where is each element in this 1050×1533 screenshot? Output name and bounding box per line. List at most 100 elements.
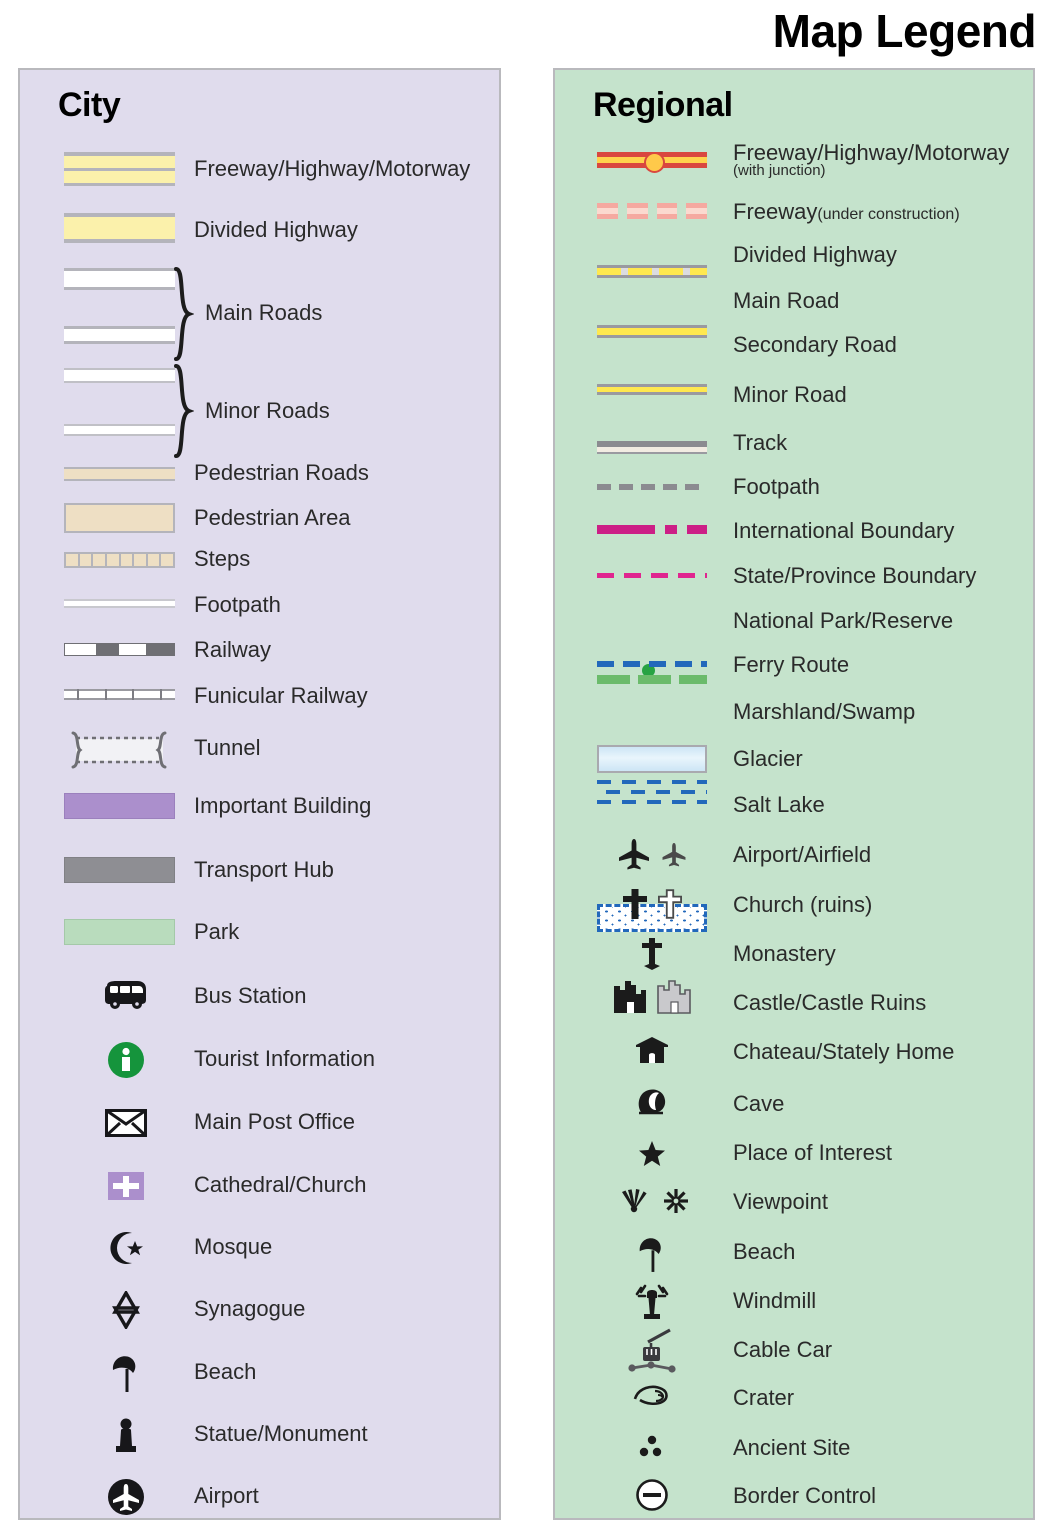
legend-row-city-minor-roads: Minor Roads — [20, 364, 499, 460]
star-of-david-icon — [92, 1291, 160, 1329]
legend-row-city-mosque: Mosque — [20, 1225, 499, 1271]
legend-row-city-main-roads: Main Roads — [20, 267, 499, 363]
legend-label: Mosque — [194, 1234, 273, 1259]
legend-row-city-steps: Steps — [20, 546, 499, 576]
legend-row-city-bus-station: Bus Station — [20, 976, 499, 1020]
legend-row-city-transport-hub: Transport Hub — [20, 852, 499, 888]
legend-label: Minor Road — [733, 382, 847, 407]
beach-umbrella-icon — [597, 1236, 707, 1274]
legend-label: Ancient Site — [733, 1435, 851, 1460]
legend-label: Marshland/Swamp — [733, 699, 916, 724]
legend-label: Crater — [733, 1385, 795, 1410]
legend-label: Divided Highway — [733, 242, 897, 267]
airplane-icon — [597, 838, 707, 870]
legend-label: Castle/Castle Ruins — [733, 990, 927, 1015]
legend-row-city-post-office: Main Post Office — [20, 1102, 499, 1146]
cave-icon — [597, 1086, 707, 1116]
legend-label: Bus Station — [194, 983, 307, 1008]
legend-row-city-statue: Statue/Monument — [20, 1412, 499, 1458]
legend-label: International Boundary — [733, 518, 955, 543]
city-steps-swatch — [64, 552, 175, 568]
legend-label: Footpath — [733, 474, 820, 499]
regional-footpath-swatch — [597, 484, 707, 490]
state-province-boundary-swatch — [597, 573, 707, 578]
city-transport-hub-swatch — [64, 857, 175, 883]
legend-label: Park — [194, 919, 240, 944]
city-minor-road-swatch-1 — [64, 368, 175, 383]
legend-label: Tunnel — [194, 735, 261, 760]
page-title: Map Legend — [772, 5, 1037, 57]
star-icon — [597, 1140, 707, 1168]
legend-label: Monastery — [733, 941, 836, 966]
legend-label: Salt Lake — [733, 792, 825, 817]
legend-label: Funicular Railway — [194, 683, 368, 708]
legend-label: Main Post Office — [194, 1109, 355, 1134]
regional-secondary-road-swatch — [597, 384, 707, 395]
regional-divided-highway-swatch — [597, 265, 707, 278]
international-boundary-swatch — [597, 525, 707, 534]
legend-label: Border Control — [733, 1483, 877, 1508]
statue-icon — [92, 1416, 160, 1456]
legend-row-city-divided-highway: Divided Highway — [20, 211, 499, 249]
monastery-cross-icon — [597, 936, 707, 972]
legend-label: Railway — [194, 637, 272, 662]
regional-main-road-swatch — [597, 325, 707, 338]
city-park-swatch — [64, 919, 175, 945]
legend-label: Viewpoint — [733, 1189, 828, 1214]
legend-label: Freeway/Highway/Motorway (with junction) — [733, 140, 1010, 180]
legend-label: Freeway/Highway/Motorway — [194, 156, 471, 181]
legend-label: Church (ruins) — [733, 892, 873, 917]
legend-label: Beach — [194, 1359, 257, 1384]
legend-row-city-footpath: Footpath — [20, 591, 499, 621]
regional-freeway-under-construction-swatch — [597, 203, 707, 219]
legend-label: Minor Roads — [205, 398, 330, 423]
city-footpath-swatch — [64, 599, 175, 608]
envelope-icon — [92, 1109, 160, 1137]
information-icon — [92, 1040, 160, 1080]
legend-label: Glacier — [733, 746, 803, 771]
church-cross-icon — [92, 1170, 160, 1202]
legend-label: Cable Car — [733, 1337, 833, 1362]
city-funicular-swatch — [64, 689, 175, 700]
legend-label: Chateau/Stately Home — [733, 1039, 955, 1064]
city-main-road-swatch-1 — [64, 268, 175, 290]
legend-label: Pedestrian Roads — [194, 460, 369, 485]
legend-label: Cathedral/Church — [194, 1172, 367, 1197]
legend-label: State/Province Boundary — [733, 563, 977, 588]
legend-label: Place of Interest — [733, 1140, 892, 1165]
ancient-site-icon — [597, 1434, 707, 1460]
legend-label: Secondary Road — [733, 332, 897, 357]
airport-circle-icon — [92, 1477, 160, 1517]
legend-label: Cave — [733, 1091, 785, 1116]
legend-row-city-tunnel: Tunnel — [20, 726, 499, 772]
legend-label: Airport — [194, 1483, 259, 1508]
city-pedestrian-road-swatch — [64, 467, 175, 481]
legend-label: Footpath — [194, 592, 281, 617]
chateau-icon — [597, 1036, 707, 1064]
legend-row-city-pedestrian-area: Pedestrian Area — [20, 498, 499, 536]
city-pedestrian-area-swatch — [64, 503, 175, 533]
legend-label: Pedestrian Area — [194, 505, 351, 530]
legend-label: Freeway(under construction) — [733, 199, 960, 224]
legend-label: Main Road — [733, 288, 840, 313]
church-ruins-icon — [597, 888, 707, 920]
legend-row-city-cathedral: Cathedral/Church — [20, 1164, 499, 1210]
legend-label: Airport/Airfield — [733, 842, 872, 867]
city-legend-panel: City Freeway/Highway/Motorway Divided Hi… — [18, 68, 501, 1520]
legend-label: Divided Highway — [194, 217, 358, 242]
legend-label: Beach — [733, 1239, 796, 1264]
legend-row-city-pedestrian-roads: Pedestrian Roads — [20, 458, 499, 490]
crater-icon — [597, 1382, 707, 1408]
brace-icon — [174, 267, 194, 361]
city-railway-swatch — [64, 643, 175, 656]
legend-label: Statue/Monument — [194, 1421, 368, 1446]
city-minor-road-swatch-2 — [64, 424, 175, 436]
city-freeway-swatch — [64, 152, 175, 186]
legend-row-city-synagogue: Synagogue — [20, 1287, 499, 1333]
city-main-road-swatch-2 — [64, 326, 175, 344]
legend-row-city-beach: Beach — [20, 1350, 499, 1396]
legend-row-city-railway: Railway — [20, 636, 499, 668]
legend-label: Tourist Information — [194, 1046, 375, 1071]
legend-row-city-tourist-info: Tourist Information — [20, 1037, 499, 1085]
regional-panel-heading: Regional — [593, 86, 733, 124]
